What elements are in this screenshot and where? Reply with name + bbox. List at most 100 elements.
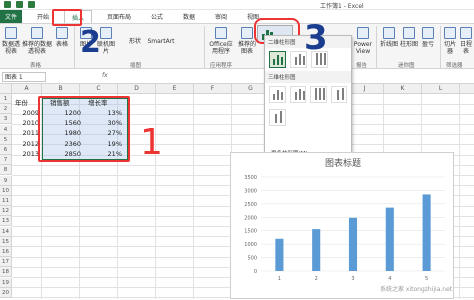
3d-percent-thumb[interactable]: [310, 86, 327, 103]
row-header-4[interactable]: 4: [0, 124, 12, 135]
chart-thumbs-3d: [265, 83, 351, 106]
sparkline-column-button[interactable]: 柱形图: [400, 27, 418, 48]
column-chart: 0 500 1000 1500 2000 2500 3000 3500 1 2 3 4 5: [244, 175, 445, 282]
recommended-pivot-button[interactable]: 推荐的数据透视表: [22, 27, 52, 55]
group-label-reports: 报告: [356, 63, 368, 69]
column-header-e[interactable]: E: [156, 84, 194, 94]
fx-label: fx: [102, 72, 108, 79]
chart-bar-3[interactable]: [348, 217, 358, 271]
highlight-table-box: [38, 96, 130, 162]
ribbon: 数据透视表 推荐的数据透视表 表格 图片 联机图片 形状 SmartArt Of…: [0, 23, 474, 69]
column-header-b[interactable]: B: [42, 84, 80, 94]
select-all-corner[interactable]: [0, 84, 12, 94]
recommended-charts-icon: [241, 27, 253, 39]
3d-cylinder-thumb[interactable]: [269, 109, 286, 126]
x-tick-label: 3: [351, 276, 354, 282]
chart-bar-4[interactable]: [385, 207, 394, 271]
table-cell-r3-c1[interactable]: 2011: [13, 128, 41, 138]
table-cell-r5-c1[interactable]: 2013: [13, 149, 41, 159]
tab-home[interactable]: 开始: [32, 10, 54, 23]
y-tick-label: 3500: [244, 175, 257, 181]
x-tick-label: 2: [315, 276, 318, 282]
row-header-15[interactable]: 15: [0, 236, 12, 247]
sparkline-winloss-button[interactable]: 盈亏: [420, 27, 436, 48]
pivot-table-button[interactable]: 数据透视表: [2, 27, 20, 55]
timeline-button[interactable]: 日程表: [458, 27, 474, 55]
row-header-17[interactable]: 17: [0, 257, 12, 268]
undo-icon[interactable]: [16, 1, 23, 8]
watermark: 系统之家 xitongzhijia.net: [380, 286, 453, 293]
tab-formulas[interactable]: 公式: [146, 10, 168, 23]
column-header-f[interactable]: F: [194, 84, 232, 94]
row-header-19[interactable]: 19: [0, 277, 12, 288]
redo-icon[interactable]: [28, 1, 35, 8]
clustered-column-thumb[interactable]: [269, 51, 286, 68]
slicer-button[interactable]: 切片器: [442, 27, 458, 55]
annotation-number-1: 1: [140, 122, 163, 163]
cell-header-year[interactable]: 年份: [13, 98, 30, 108]
table-button[interactable]: 表格: [54, 27, 70, 48]
column-header-d[interactable]: D: [118, 84, 156, 94]
x-tick-label: 5: [425, 276, 428, 282]
name-box[interactable]: 图表 1: [2, 72, 46, 82]
y-tick-label: 1500: [244, 229, 257, 235]
row-header-20[interactable]: 20: [0, 287, 12, 298]
column-header-k[interactable]: K: [384, 84, 422, 94]
online-picture-icon: [100, 27, 112, 39]
sparkline-line-button[interactable]: 折线图: [380, 27, 398, 48]
y-tick-label: 500: [247, 256, 257, 262]
tab-review[interactable]: 审阅: [210, 10, 232, 23]
annotation-number-2: 2: [80, 25, 101, 60]
row-header-10[interactable]: 10: [0, 185, 12, 196]
column-header-m[interactable]: M: [460, 84, 474, 94]
row-header-11[interactable]: 11: [0, 196, 12, 206]
chart-bar-2[interactable]: [312, 229, 321, 271]
row-header-9[interactable]: 9: [0, 175, 12, 186]
table-icon: [56, 27, 68, 39]
formula-bar: 图表 1 fx: [0, 70, 474, 84]
column-header-l[interactable]: L: [422, 84, 460, 94]
table-cell-r1-c1[interactable]: 2009: [13, 108, 41, 118]
3d-stacked-thumb[interactable]: [289, 86, 306, 103]
table-cell-r2-c1[interactable]: 2010: [13, 118, 41, 128]
quick-access-toolbar: [4, 1, 35, 8]
smartart-button[interactable]: SmartArt: [146, 38, 176, 45]
chart-bar-5[interactable]: [422, 194, 431, 271]
chart-thumbs-3d-extra: [265, 106, 351, 129]
group-separator: [440, 26, 441, 68]
row-header-6[interactable]: 6: [0, 145, 12, 155]
office-apps-button[interactable]: Office应用程序: [208, 27, 234, 55]
3d-column-thumb[interactable]: [330, 86, 347, 103]
group-label-filters: 筛选器: [446, 63, 463, 69]
column-header-c[interactable]: C: [80, 84, 118, 94]
column-header-a[interactable]: A: [12, 84, 42, 94]
group-label-illustrations: 插图: [130, 63, 142, 69]
row-header-3[interactable]: 3: [0, 114, 12, 125]
row-header-18[interactable]: 18: [0, 267, 12, 278]
sparkline-winloss-icon: [422, 27, 434, 39]
tab-data[interactable]: 数据: [178, 10, 200, 23]
row-header-12[interactable]: 12: [0, 206, 12, 217]
row-header-13[interactable]: 13: [0, 216, 12, 227]
sparkline-column-icon: [403, 27, 415, 39]
tab-file[interactable]: 文件: [0, 10, 22, 23]
save-icon[interactable]: [4, 1, 11, 8]
row-header-2[interactable]: 2: [0, 104, 12, 115]
chart-bar-1[interactable]: [275, 238, 284, 271]
shapes-button[interactable]: 形状: [126, 38, 144, 45]
y-tick-label: 3000: [244, 188, 257, 194]
chart-area[interactable]: 图表标题 0 500 1000 1500 2000 2500 3000 3500 1 2 3 4 5: [230, 152, 454, 299]
table-cell-r4-c1[interactable]: 2012: [13, 139, 41, 149]
dropdown-header-3d: 三维柱形图: [265, 71, 351, 83]
row-header-7[interactable]: 7: [0, 155, 12, 166]
row-header-5[interactable]: 5: [0, 134, 12, 145]
power-view-button[interactable]: Power View: [352, 27, 374, 55]
row-header-14[interactable]: 14: [0, 226, 12, 237]
tab-page-layout[interactable]: 页面布局: [102, 10, 136, 23]
3d-clustered-thumb[interactable]: [269, 86, 286, 103]
row-header-16[interactable]: 16: [0, 247, 12, 257]
x-tick-label: 1: [278, 276, 281, 282]
row-header-1[interactable]: 1: [0, 94, 12, 104]
row-header-8[interactable]: 8: [0, 165, 12, 176]
power-view-icon: [357, 27, 369, 39]
